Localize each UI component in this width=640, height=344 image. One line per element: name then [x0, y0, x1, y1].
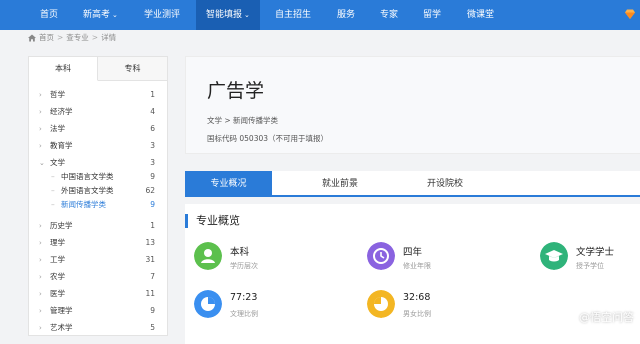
nav-item-study-abroad[interactable]: 留学: [423, 0, 441, 30]
chevron-right-icon: ›: [39, 236, 42, 250]
chevron-right-icon: ›: [39, 139, 42, 153]
category-item-science[interactable]: ›理学13: [29, 236, 167, 250]
tab-overview[interactable]: 专业概况: [185, 171, 272, 197]
nav-item-service[interactable]: 服务: [337, 0, 355, 30]
subcategory-item-chinese-language[interactable]: –中国语言文学类9: [29, 170, 167, 184]
breadcrumb: 首页>查专业>详情: [0, 30, 640, 46]
nav-item-assessment[interactable]: 学业测评: [144, 0, 180, 30]
home-icon: [28, 34, 36, 42]
stat-arts-science-ratio: 77:23 文理比例: [194, 290, 314, 320]
breadcrumb-search-major[interactable]: 查专业: [66, 33, 89, 42]
breadcrumb-detail: 详情: [101, 33, 116, 42]
category-sidebar: 本科 专科 ›哲学1 ›经济学4 ›法学6 ›教育学3 ⌄文学3 –中国语言文学…: [28, 56, 168, 336]
nav-item-micro-class[interactable]: 微课堂: [467, 0, 494, 30]
chevron-right-icon: ›: [39, 287, 42, 301]
gender-pie-icon: [367, 290, 395, 318]
chevron-right-icon: ›: [39, 304, 42, 318]
category-item-economics[interactable]: ›经济学4: [29, 105, 167, 119]
breadcrumb-home[interactable]: 首页: [39, 33, 54, 42]
graduate-icon: [194, 242, 222, 270]
chevron-right-icon: ›: [39, 88, 42, 102]
subcategory-item-journalism[interactable]: –新闻传播学类9: [29, 198, 167, 212]
chevron-right-icon: ›: [39, 270, 42, 284]
content-tabs: 专业概况 就业前景 开设院校: [185, 171, 640, 197]
stat-degree-awarded: 文学学士 授予学位: [540, 242, 640, 272]
chevron-right-icon: ›: [39, 122, 42, 136]
chevron-right-icon: ›: [39, 105, 42, 119]
clock-icon: [367, 242, 395, 270]
pie-chart-icon: [194, 290, 222, 318]
category-item-literature[interactable]: ⌄文学3: [29, 156, 167, 170]
chevron-down-icon: ⌄: [39, 156, 45, 170]
category-item-agriculture[interactable]: ›农学7: [29, 270, 167, 284]
stat-duration: 四年 修业年限: [367, 242, 487, 272]
stat-gender-ratio: 32:68 男女比例: [367, 290, 487, 320]
nav-item-home[interactable]: 首页: [40, 0, 58, 30]
chat-bubble-icon: [562, 311, 576, 325]
major-code: 国标代码 050303（不可用于填报）: [207, 133, 328, 144]
category-item-management[interactable]: ›管理学9: [29, 304, 167, 318]
tab-employment[interactable]: 就业前景: [295, 171, 385, 197]
nav-item-smart-fill[interactable]: 智能填报⌄: [196, 0, 260, 30]
tab-colleges[interactable]: 开设院校: [403, 171, 487, 197]
overview-title: 专业概览: [185, 214, 240, 228]
major-detail: 广告学 文学 > 新闻传播学类 国标代码 050303（不可用于填报） 专业概况…: [176, 56, 640, 336]
tab-junior-college[interactable]: 专科: [98, 57, 167, 80]
nav-item-experts[interactable]: 专家: [380, 0, 398, 30]
major-title: 广告学: [207, 76, 264, 103]
category-item-history[interactable]: ›历史学1: [29, 219, 167, 233]
category-item-philosophy[interactable]: ›哲学1: [29, 88, 167, 102]
top-nav: 首页 新高考⌄ 学业测评 智能填报⌄ 自主招生 服务 专家 留学 微课堂: [0, 0, 640, 30]
watermark: @悟空问答: [562, 309, 634, 325]
category-item-medicine[interactable]: ›医学11: [29, 287, 167, 301]
level-tabs: 本科 专科: [29, 57, 167, 81]
chevron-right-icon: ›: [39, 219, 42, 233]
category-item-law[interactable]: ›法学6: [29, 122, 167, 136]
diamond-icon[interactable]: [624, 8, 636, 20]
nav-item-new-gaokao[interactable]: 新高考⌄: [83, 0, 118, 30]
chevron-right-icon: ›: [39, 321, 42, 335]
chevron-right-icon: ›: [39, 253, 42, 267]
chevron-down-icon: ⌄: [112, 11, 118, 19]
subcategory-item-foreign-language[interactable]: –外国语言文学类62: [29, 184, 167, 198]
stat-degree-level: 本科 学历层次: [194, 242, 314, 272]
tab-undergraduate[interactable]: 本科: [29, 57, 98, 81]
category-item-education[interactable]: ›教育学3: [29, 139, 167, 153]
chevron-down-icon: ⌄: [244, 11, 250, 19]
major-header: 广告学 文学 > 新闻传播学类 国标代码 050303（不可用于填报）: [185, 56, 640, 154]
category-item-arts[interactable]: ›艺术学5: [29, 321, 167, 335]
major-path: 文学 > 新闻传播学类: [207, 115, 278, 126]
nav-item-independent-admission[interactable]: 自主招生: [275, 0, 311, 30]
cap-icon: [540, 242, 568, 270]
category-item-engineering[interactable]: ›工学31: [29, 253, 167, 267]
